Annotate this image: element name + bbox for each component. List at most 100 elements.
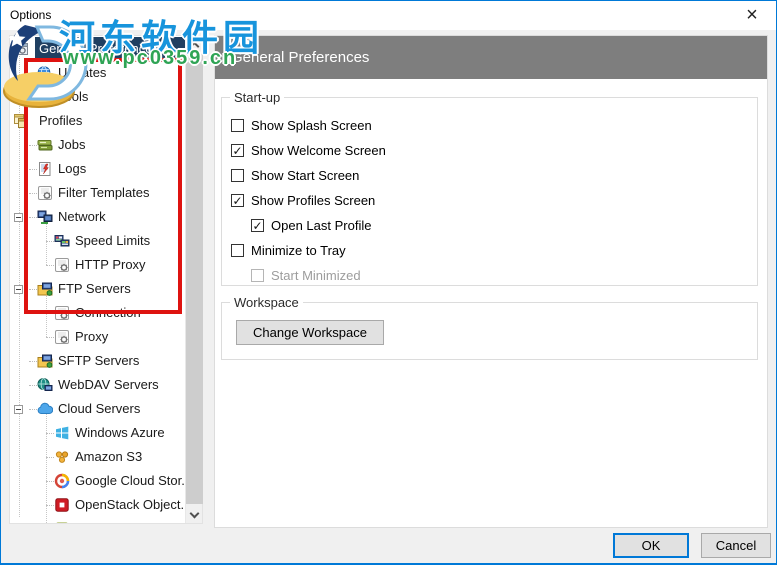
close-icon: × — [746, 4, 758, 27]
tree-item-label: Filter Templates — [58, 181, 150, 205]
tree-item-general-preferences[interactable]: General Preferences — [10, 37, 185, 61]
tree-item-label: Updates — [58, 61, 106, 85]
globe-update-icon — [37, 65, 53, 81]
profiles-icon — [13, 113, 29, 129]
expander-minus-icon[interactable] — [14, 213, 23, 222]
network-icon — [37, 209, 53, 225]
tree-item-windows-azure[interactable]: Windows Azure — [10, 421, 185, 445]
checkbox-label[interactable]: Minimize to Tray — [251, 243, 346, 258]
tree-item-label: Proxy — [75, 325, 108, 349]
webdav-servers-icon — [37, 377, 53, 393]
tree-connector-line — [46, 313, 54, 314]
tree-connector-line — [46, 433, 54, 434]
unchecked-checkbox[interactable] — [231, 244, 244, 257]
tree-item-label: Amazon S3 — [75, 445, 142, 469]
chevron-up-icon — [190, 41, 200, 51]
tree-item-http-proxy[interactable]: HTTP Proxy — [10, 253, 185, 277]
tree-item-jobs[interactable]: Jobs — [10, 133, 185, 157]
tree-item-profiles[interactable]: Profiles — [10, 109, 185, 133]
tree-item-label: FTP Servers — [58, 277, 131, 301]
tree-connector-line — [46, 457, 54, 458]
jobs-icon — [37, 137, 53, 153]
tree-item-filter-templates[interactable]: Filter Templates — [10, 181, 185, 205]
tree-item-ftp-servers[interactable]: FTP Servers — [10, 277, 185, 301]
workspace-group-label: Workspace — [230, 295, 303, 310]
ok-button[interactable]: OK — [613, 533, 689, 558]
titlebar: Options × — [1, 1, 776, 30]
tree-item-updates[interactable]: Updates — [10, 61, 185, 85]
checkbox-label[interactable]: Show Profiles Screen — [251, 193, 375, 208]
tree-connector-line — [29, 73, 37, 74]
options-tree: General PreferencesUpdatesToolsProfilesJ… — [9, 35, 203, 524]
cancel-button[interactable]: Cancel — [701, 533, 771, 558]
checkbox-row-show-splash-screen: Show Splash Screen — [231, 113, 749, 138]
checkbox-label: Start Minimized — [271, 268, 361, 283]
tree-item-label: SFTP Servers — [58, 349, 139, 373]
tree-item-logs[interactable]: Logs — [10, 157, 185, 181]
tree-item-label: Profiles — [39, 109, 82, 133]
google-cloud-icon — [54, 473, 70, 489]
expander-minus-icon[interactable] — [14, 405, 23, 414]
tools-icon — [37, 89, 53, 105]
tree-connector-line — [46, 481, 54, 482]
speed-limits-icon — [54, 233, 70, 249]
tree-item-label: Eucalyptus Wal... — [75, 517, 175, 523]
sftp-servers-icon — [37, 353, 53, 369]
checkbox-label[interactable]: Open Last Profile — [271, 218, 371, 233]
checkbox-label[interactable]: Show Splash Screen — [251, 118, 372, 133]
tree-connector-line — [29, 145, 37, 146]
eucalyptus-icon — [54, 521, 70, 523]
tree-item-label: OpenStack Object... — [75, 493, 185, 517]
scrollbar-thumb[interactable] — [186, 53, 203, 504]
tree-connector-line — [29, 409, 37, 410]
checkbox-label[interactable]: Show Start Screen — [251, 168, 359, 183]
tree-scrollbar[interactable] — [185, 36, 202, 523]
tree-connector-line — [46, 337, 54, 338]
tree-item-label: Connection — [75, 301, 141, 325]
tree-item-label: Jobs — [58, 133, 85, 157]
tree-item-cloud-servers[interactable]: Cloud Servers — [10, 397, 185, 421]
scroll-up-button[interactable] — [186, 36, 203, 53]
filter-templates-icon — [37, 185, 53, 201]
checkbox-label[interactable]: Show Welcome Screen — [251, 143, 386, 158]
tree-item-network[interactable]: Network — [10, 205, 185, 229]
tree-item-label: Speed Limits — [75, 229, 150, 253]
change-workspace-button[interactable]: Change Workspace — [236, 320, 384, 345]
unchecked-checkbox — [251, 269, 264, 282]
checked-checkbox[interactable] — [231, 144, 244, 157]
tree-item-amazon-s3[interactable]: Amazon S3 — [10, 445, 185, 469]
tree-connector-line — [46, 505, 54, 506]
tree-item-speed-limits[interactable]: Speed Limits — [10, 229, 185, 253]
tree-item-webdav-servers[interactable]: WebDAV Servers — [10, 373, 185, 397]
expander-minus-icon[interactable] — [14, 285, 23, 294]
tree-connector-line — [46, 265, 54, 266]
cloud-servers-icon — [37, 401, 53, 417]
tree-connector-line — [29, 361, 37, 362]
tree-item-openstack-object[interactable]: OpenStack Object... — [10, 493, 185, 517]
tree-rows: General PreferencesUpdatesToolsProfilesJ… — [10, 36, 185, 523]
checked-checkbox[interactable] — [231, 194, 244, 207]
close-button[interactable]: × — [736, 3, 768, 28]
tree-item-label: Cloud Servers — [58, 397, 140, 421]
unchecked-checkbox[interactable] — [231, 119, 244, 132]
unchecked-checkbox[interactable] — [231, 169, 244, 182]
tree-item-proxy[interactable]: Proxy — [10, 325, 185, 349]
ftp-servers-icon — [37, 281, 53, 297]
checkbox-row-minimize-to-tray: Minimize to Tray — [231, 238, 749, 263]
workspace-group: Workspace Change Workspace — [221, 302, 758, 360]
tree-item-google-cloud-stor[interactable]: Google Cloud Stor... — [10, 469, 185, 493]
gear-window-icon — [13, 41, 29, 57]
tree-connector-line — [46, 241, 54, 242]
scroll-down-button[interactable] — [186, 506, 203, 523]
tree-item-tools[interactable]: Tools — [10, 85, 185, 109]
chevron-down-icon — [190, 508, 200, 518]
checkbox-row-show-start-screen: Show Start Screen — [231, 163, 749, 188]
panel-header: General Preferences — [215, 36, 767, 79]
tree-item-eucalyptus-wal[interactable]: Eucalyptus Wal... — [10, 517, 185, 523]
openstack-icon — [54, 497, 70, 513]
checked-checkbox[interactable] — [251, 219, 264, 232]
preferences-panel: General Preferences Start-up Show Splash… — [214, 35, 768, 528]
tree-item-connection[interactable]: Connection — [10, 301, 185, 325]
proxy-icon — [54, 329, 70, 345]
tree-item-sftp-servers[interactable]: SFTP Servers — [10, 349, 185, 373]
